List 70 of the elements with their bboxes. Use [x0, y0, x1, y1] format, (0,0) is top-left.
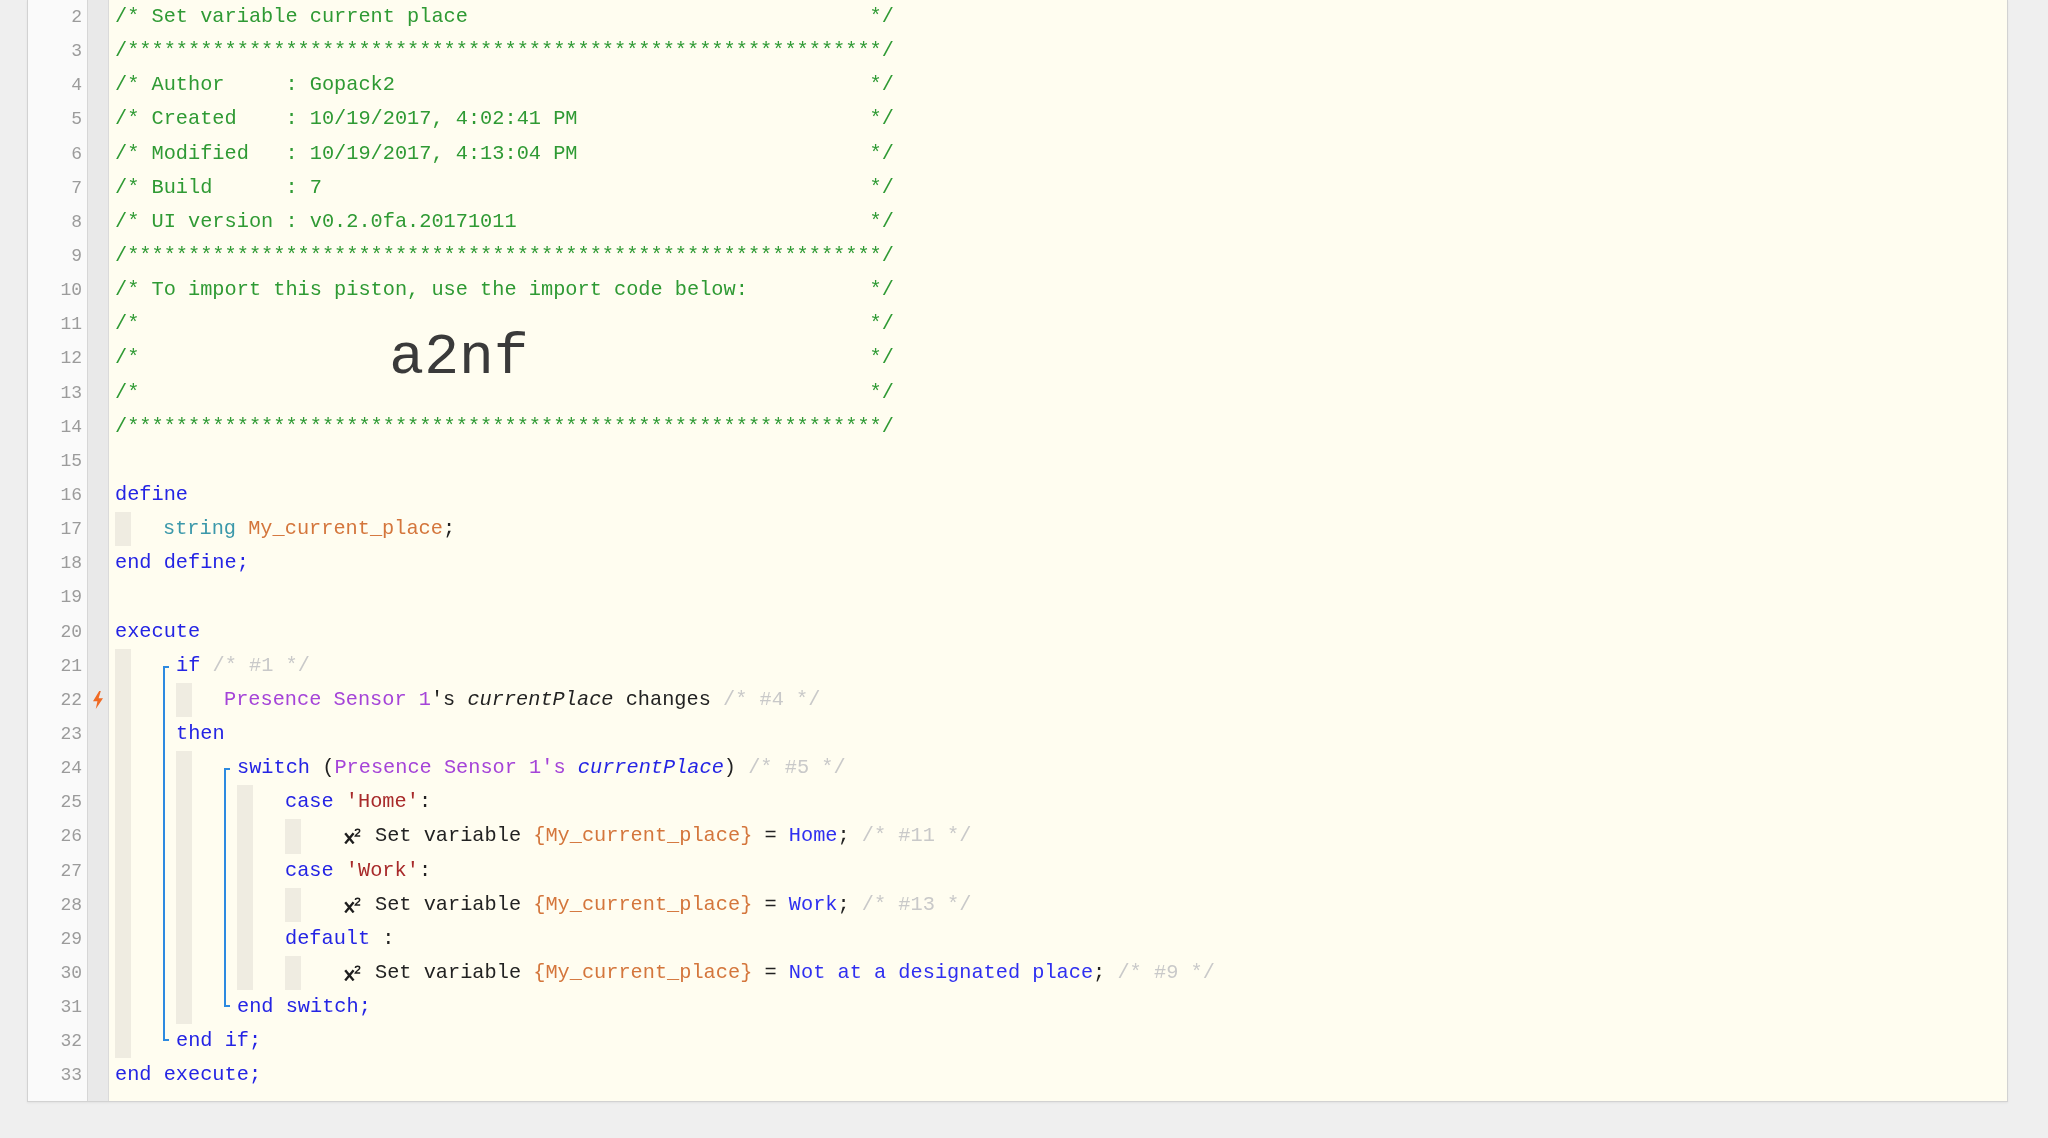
line-number: 31 — [60, 996, 82, 1019]
line-number: 27 — [60, 859, 82, 882]
code-line: then — [176, 721, 225, 747]
code-line: string My_current_place; — [163, 516, 456, 543]
comment-line: /* Author : Gopack2 — [115, 72, 395, 99]
comment-line: /* Created : 10/19/2017, 4:02:41 PM — [115, 106, 578, 133]
comment-line: /* — [115, 311, 140, 338]
comment-line: /**************************************************************/ — [115, 243, 894, 270]
line-number: 28 — [60, 893, 82, 916]
line-number: 11 — [60, 313, 82, 336]
line-number: 6 — [71, 142, 82, 165]
code-line: case 'Home': — [285, 789, 432, 816]
line-number: 13 — [60, 381, 82, 404]
line-number: 20 — [60, 620, 82, 643]
line-number: 7 — [71, 176, 82, 199]
line-number: 3 — [71, 40, 82, 63]
line-number: 22 — [60, 688, 82, 711]
comment-delimiter: */ — [869, 345, 894, 372]
comment-line: /* To import this piston, use the import code below: — [115, 277, 748, 304]
line-number: 30 — [60, 962, 82, 984]
comment-line: /* — [115, 379, 140, 406]
code-line: end define; — [115, 550, 249, 577]
comment-delimiter: */ — [869, 4, 894, 31]
line-number: 29 — [60, 927, 82, 950]
line-number: 2 — [71, 6, 82, 29]
superscript-icon — [344, 965, 361, 981]
line-number: 5 — [71, 108, 82, 131]
comment-line: /* Set variable current place — [115, 4, 468, 31]
code-line: case 'Work': — [285, 857, 432, 884]
line-number: 24 — [60, 757, 82, 780]
code-line: execute — [115, 618, 201, 645]
line-number: 12 — [60, 347, 82, 370]
code-line: end switch; — [237, 994, 371, 1021]
comment-line: /* Modified : 10/19/2017, 4:13:04 PM — [115, 140, 578, 167]
comment-line: /* UI version : v0.2.0fa.20171011 — [115, 208, 517, 235]
line-number: 19 — [60, 586, 82, 609]
comment-delimiter: */ — [869, 72, 894, 99]
code-line: end execute; — [115, 1062, 262, 1089]
comment-delimiter: */ — [869, 140, 894, 167]
line-number: 26 — [60, 825, 82, 848]
comment-delimiter: */ — [869, 106, 894, 133]
line-number: 21 — [60, 654, 82, 677]
comment-delimiter: */ — [869, 379, 894, 406]
superscript-icon — [344, 896, 361, 913]
comment-line: /**************************************************************/ — [115, 38, 894, 65]
comment-delimiter: */ — [869, 174, 894, 201]
import-code: a2nf — [389, 329, 529, 388]
line-number: 18 — [60, 552, 82, 575]
line-number: 17 — [60, 518, 82, 541]
line-number: 16 — [60, 484, 82, 507]
line-number: 4 — [71, 74, 82, 97]
superscript-icon — [344, 828, 361, 845]
comment-delimiter: */ — [869, 277, 894, 304]
code-line: default : — [285, 925, 395, 952]
line-number: 15 — [60, 449, 82, 472]
code-line: define — [115, 482, 189, 509]
line-number: 9 — [71, 245, 82, 268]
comment-delimiter: */ — [869, 208, 894, 235]
line-number: 23 — [60, 723, 82, 745]
line-number: 33 — [60, 1064, 82, 1087]
code-line: end if; — [176, 1028, 262, 1055]
line-number: 14 — [60, 415, 82, 438]
comment-line: /**************************************************************/ — [115, 413, 894, 440]
line-number: 25 — [60, 791, 82, 814]
comment-line: /* Build : 7 — [115, 174, 322, 201]
comment-line: /* — [115, 345, 140, 372]
line-number: 10 — [60, 279, 82, 302]
line-number: 8 — [71, 210, 82, 233]
line-number: 32 — [60, 1030, 82, 1053]
comment-delimiter: */ — [869, 311, 894, 338]
